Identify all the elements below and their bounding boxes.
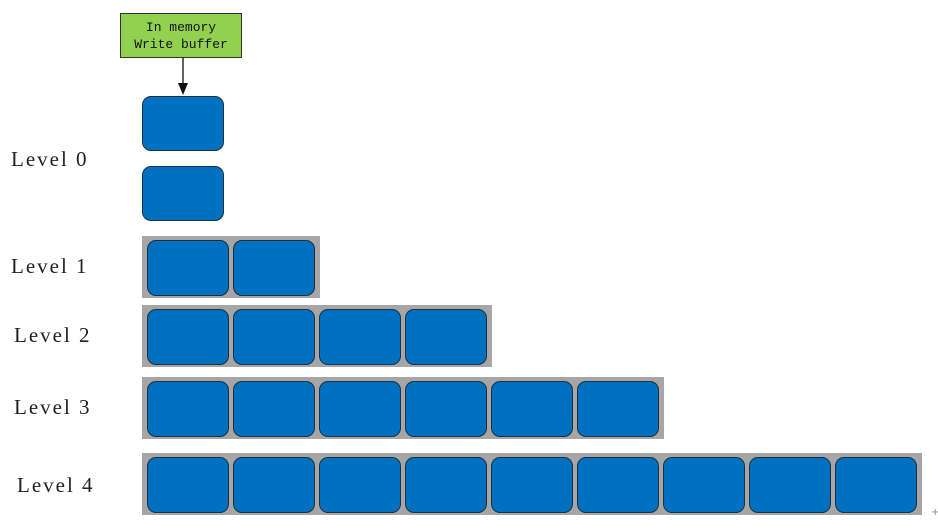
level-4-sstable xyxy=(147,457,229,513)
level-0-sstable xyxy=(142,96,224,151)
level-3-label: Level 3 xyxy=(14,395,92,419)
level-4-sstable xyxy=(233,457,315,513)
level-4-sstable xyxy=(663,457,745,513)
level-4-sstable xyxy=(835,457,917,513)
level-3-sstable xyxy=(491,381,573,437)
level-0-sstable xyxy=(142,166,224,221)
level-4-sstable xyxy=(577,457,659,513)
level-3-sstable xyxy=(577,381,659,437)
level-2-label: Level 2 xyxy=(14,323,92,347)
level-4-sstable xyxy=(319,457,401,513)
level-2-sstable xyxy=(319,309,401,365)
level-4-sstable xyxy=(405,457,487,513)
level-1-sstable xyxy=(233,240,315,296)
level-2-sstable xyxy=(233,309,315,365)
level-2-sstable xyxy=(147,309,229,365)
lsm-tree-diagram: In memory Write buffer Level 0 Level 1 L… xyxy=(0,0,938,529)
paragraph-mark: + xyxy=(931,507,938,518)
level-2-sstable xyxy=(405,309,487,365)
level-1-label: Level 1 xyxy=(11,254,89,278)
flush-arrow xyxy=(178,57,188,95)
level-3-sstable xyxy=(319,381,401,437)
level-0-label: Level 0 xyxy=(11,147,89,171)
level-4-sstable xyxy=(749,457,831,513)
level-3-sstable xyxy=(147,381,229,437)
level-1-sstable xyxy=(147,240,229,296)
level-4-sstable xyxy=(491,457,573,513)
level-3-sstable xyxy=(405,381,487,437)
level-4-label: Level 4 xyxy=(17,473,95,497)
level-3-sstable xyxy=(233,381,315,437)
